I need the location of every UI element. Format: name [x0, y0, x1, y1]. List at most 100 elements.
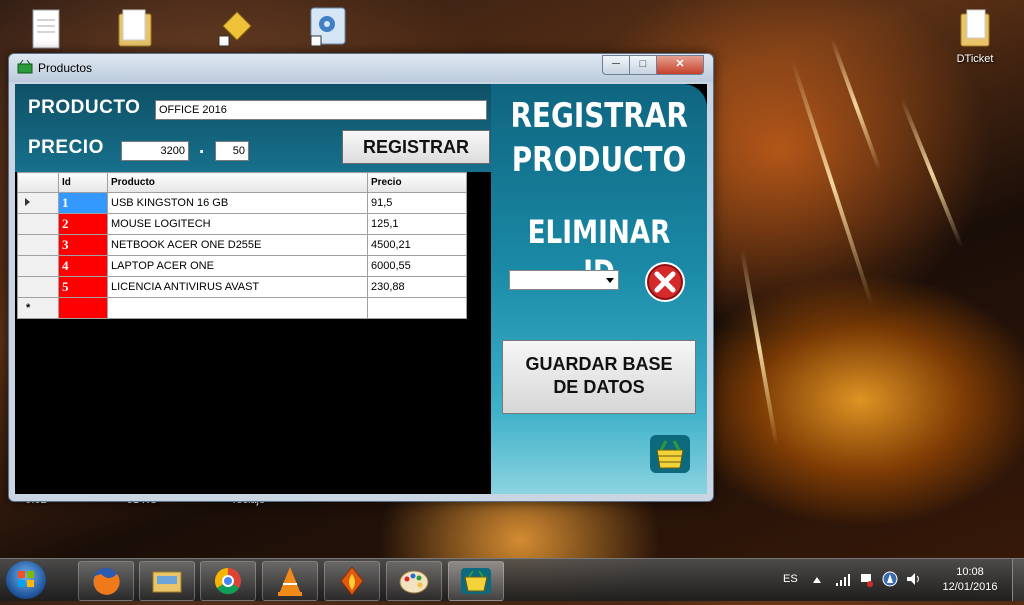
volume-icon[interactable] — [906, 572, 922, 586]
taskbar: ES 10:08 12/01/2016 — [0, 558, 1024, 601]
cell-precio[interactable]: 4500,21 — [367, 234, 467, 256]
chrome-icon — [214, 567, 241, 595]
basket-icon — [461, 568, 491, 594]
cell-id[interactable]: 3 — [58, 234, 108, 256]
desktop-icon-folder[interactable] — [100, 6, 170, 53]
maximize-button[interactable]: □ — [629, 55, 657, 75]
title-bar[interactable]: Productos ─ □ ✕ — [9, 54, 713, 82]
row-header-column — [17, 172, 59, 193]
cell-producto[interactable]: MOUSE LOGITECH — [107, 213, 368, 235]
row-header[interactable] — [17, 234, 59, 256]
cell-precio[interactable]: 91,5 — [367, 192, 467, 214]
new-row[interactable]: * — [17, 297, 467, 319]
light-streak — [790, 58, 875, 308]
cell-precio[interactable]: 125,1 — [367, 213, 467, 235]
cell-producto-new[interactable] — [107, 297, 368, 319]
paint-palette-icon — [399, 570, 429, 594]
taskbar-productos[interactable] — [448, 561, 504, 601]
clock-time[interactable]: 10:08 — [946, 566, 994, 578]
taskbar-vlc[interactable] — [262, 561, 318, 601]
column-header-id[interactable]: Id — [58, 172, 108, 193]
cell-id[interactable]: 4 — [58, 255, 108, 277]
column-header-precio[interactable]: Precio — [367, 172, 467, 193]
row-header[interactable] — [17, 276, 59, 298]
row-header-current[interactable] — [17, 192, 59, 214]
flag-icon[interactable] — [859, 572, 873, 588]
cell-producto[interactable]: NETBOOK ACER ONE D255E — [107, 234, 368, 256]
desktop-icon-dticket[interactable]: DTicket — [940, 6, 1010, 65]
producto-input[interactable] — [155, 100, 487, 120]
guardar-base-de-datos-button[interactable]: GUARDAR BASE DE DATOS — [502, 340, 696, 414]
signal-bars-icon[interactable] — [835, 573, 851, 587]
clock-date[interactable]: 12/01/2016 — [936, 581, 1004, 593]
close-button[interactable]: ✕ — [656, 55, 704, 75]
language-indicator[interactable]: ES — [783, 573, 798, 585]
producto-label: PRODUCTO — [28, 97, 141, 118]
precio-separator: . — [199, 137, 205, 158]
cell-precio[interactable]: 6000,55 — [367, 255, 467, 277]
desktop-icon-label: DTicket — [956, 53, 994, 65]
cell-precio-new[interactable] — [367, 297, 467, 319]
tray-expand-icon[interactable] — [812, 575, 822, 585]
new-row-marker[interactable]: * — [17, 297, 59, 319]
firefox-icon — [93, 568, 120, 595]
cell-id[interactable]: 1 — [58, 192, 108, 214]
column-header-producto[interactable]: Producto — [107, 172, 368, 193]
row-header[interactable] — [17, 255, 59, 277]
taskbar-flame-app[interactable] — [324, 561, 380, 601]
table-row[interactable]: 1 USB KINGSTON 16 GB 91,5 — [17, 192, 467, 214]
folder-icon — [152, 571, 182, 593]
minimize-button[interactable]: ─ — [602, 55, 630, 75]
basket-icon — [650, 435, 690, 473]
table-row[interactable]: 2 MOUSE LOGITECH 125,1 — [17, 213, 467, 235]
grid-header-row: Id Producto Precio — [17, 172, 467, 193]
table-row[interactable]: 5 LICENCIA ANTIVIRUS AVAST 230,88 — [17, 276, 467, 298]
window-title: Productos — [38, 61, 93, 75]
cell-producto[interactable]: USB KINGSTON 16 GB — [107, 192, 368, 214]
flame-icon — [340, 566, 364, 596]
delete-button[interactable] — [643, 260, 687, 304]
precio-entero-input[interactable] — [121, 141, 189, 161]
cell-id[interactable]: 5 — [58, 276, 108, 298]
guardar-line2: DE DATOS — [553, 377, 645, 397]
desktop-icon-settings[interactable] — [292, 6, 362, 53]
productos-window: Productos ─ □ ✕ PRODUCTO PRECIO . REGIST… — [8, 53, 714, 502]
cell-precio[interactable]: 230,88 — [367, 276, 467, 298]
actions-panel: REGISTRAR PRODUCTO ELIMINAR ID GUARDAR B… — [491, 84, 707, 494]
diamond-app-icon — [218, 11, 252, 47]
cell-producto[interactable]: LAPTOP ACER ONE — [107, 255, 368, 277]
cell-id-new[interactable] — [58, 297, 108, 319]
chevron-down-icon — [606, 278, 614, 283]
cell-id[interactable]: 2 — [58, 213, 108, 235]
vlc-icon — [278, 567, 302, 596]
table-row[interactable]: 4 LAPTOP ACER ONE 6000,55 — [17, 255, 467, 277]
document-icon — [32, 9, 60, 49]
row-header[interactable] — [17, 213, 59, 235]
guardar-line1: GUARDAR BASE — [525, 354, 673, 374]
basket-icon — [17, 60, 33, 74]
desktop-icon-document[interactable] — [12, 8, 82, 55]
network-icon[interactable] — [882, 571, 898, 587]
folder-icon — [118, 9, 152, 47]
taskbar-explorer[interactable] — [139, 561, 195, 601]
precio-decimal-input[interactable] — [215, 141, 249, 161]
productos-grid[interactable]: Id Producto Precio 1 USB KINGSTON 16 GB … — [17, 172, 467, 319]
registrar-heading-line2: PRODUCTO — [511, 140, 687, 180]
taskbar-chrome[interactable] — [200, 561, 256, 601]
taskbar-firefox[interactable] — [78, 561, 134, 601]
table-row[interactable]: 3 NETBOOK ACER ONE D255E 4500,21 — [17, 234, 467, 256]
registrar-heading-line1: REGISTRAR — [510, 96, 688, 136]
start-button[interactable] — [6, 561, 46, 599]
combo-value — [510, 275, 513, 287]
light-streak — [740, 249, 779, 447]
current-row-indicator-icon — [25, 198, 30, 206]
folder-icon — [960, 9, 990, 47]
taskbar-paint[interactable] — [386, 561, 442, 601]
show-desktop-button[interactable] — [1012, 559, 1024, 601]
gear-icon — [310, 7, 346, 47]
window-client-area: PRODUCTO PRECIO . REGISTRAR Id Producto … — [15, 84, 707, 494]
registrar-button[interactable]: REGISTRAR — [342, 130, 490, 164]
cell-producto[interactable]: LICENCIA ANTIVIRUS AVAST — [107, 276, 368, 298]
desktop-icon-shortcut[interactable] — [200, 6, 270, 53]
eliminar-id-combo[interactable] — [509, 270, 619, 290]
